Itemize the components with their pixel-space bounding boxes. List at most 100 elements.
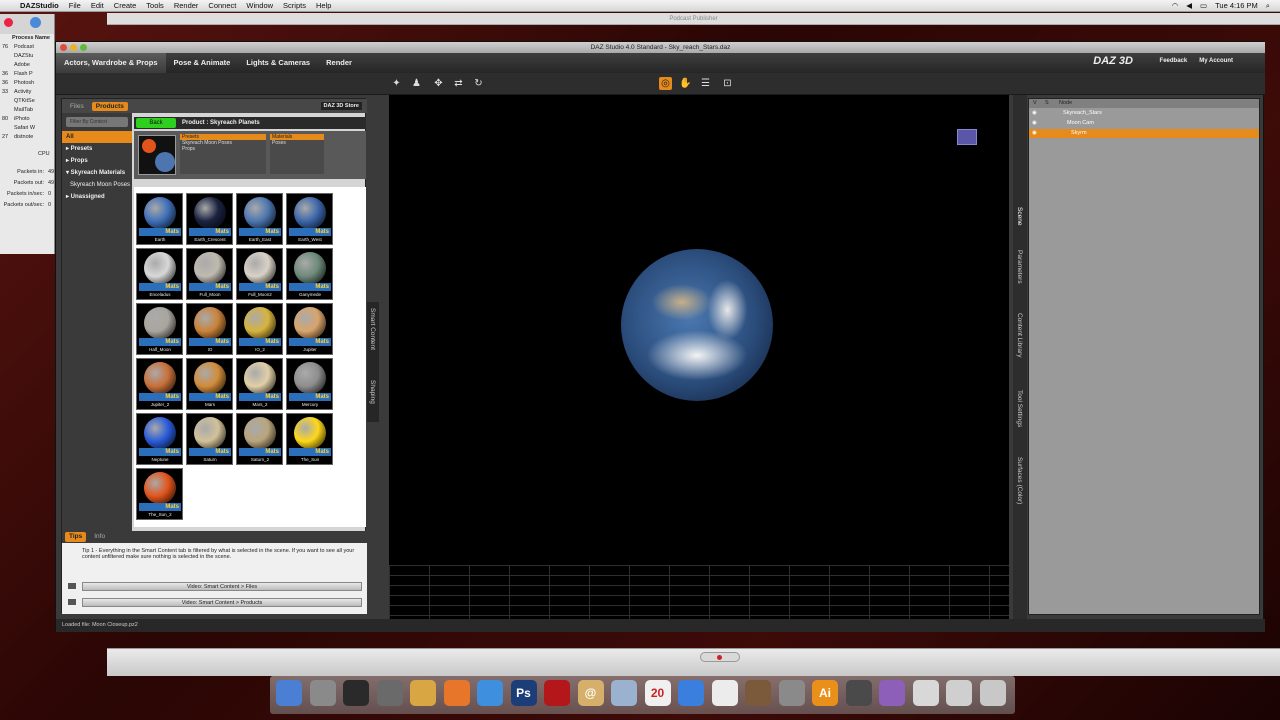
- usb-icon[interactable]: [946, 680, 972, 706]
- content-tile[interactable]: Mats Half_Moon: [136, 303, 183, 355]
- visible-column[interactable]: V: [1033, 99, 1037, 108]
- process-row[interactable]: 33 Activity: [0, 88, 54, 97]
- camera-frame-icon[interactable]: ⊡: [721, 77, 734, 90]
- spotlight-icon[interactable]: ⌕: [1266, 1, 1270, 11]
- menu-render[interactable]: Render: [174, 1, 199, 10]
- photo-booth-icon[interactable]: [544, 680, 570, 706]
- orbit-camera-icon[interactable]: ◎: [659, 77, 672, 90]
- content-tile[interactable]: Mats IO: [186, 303, 233, 355]
- battery-icon[interactable]: ▭: [1200, 1, 1207, 10]
- content-tile[interactable]: Mats The_Sun_2: [136, 468, 183, 520]
- earth-model[interactable]: [621, 249, 773, 401]
- back-button[interactable]: Back: [136, 118, 176, 128]
- figure-tool-icon[interactable]: ✦: [390, 77, 403, 90]
- textedit-icon[interactable]: [711, 680, 738, 706]
- daz-store-button[interactable]: DAZ 3D Store: [320, 102, 362, 110]
- my-account-link[interactable]: My Account: [1199, 58, 1233, 64]
- node-column[interactable]: Node: [1059, 99, 1072, 108]
- wifi-icon[interactable]: ◠: [1172, 1, 1179, 10]
- content-tile[interactable]: Mats Jupiter_2: [136, 358, 183, 410]
- tab-products[interactable]: Products: [91, 101, 128, 111]
- content-tile[interactable]: Mats Ganymede: [286, 248, 333, 300]
- category-item[interactable]: Skyreach Moon Poses: [62, 179, 132, 191]
- content-tile[interactable]: Mats Full_Moon: [186, 248, 233, 300]
- category-item[interactable]: ▸ Props: [62, 155, 132, 167]
- category-item[interactable]: All: [62, 131, 132, 143]
- rotate-tool-icon[interactable]: ↻: [472, 77, 485, 90]
- menu-scripts[interactable]: Scripts: [283, 1, 306, 10]
- category-item[interactable]: ▸ Unassigned: [62, 191, 132, 203]
- menu-window[interactable]: Window: [246, 1, 273, 10]
- system-icon[interactable]: [376, 680, 403, 706]
- tab-cpu[interactable]: CPU: [0, 150, 54, 159]
- translate-tool-icon[interactable]: ⇄: [452, 77, 465, 90]
- tab-content-library[interactable]: Content Library: [1016, 313, 1023, 357]
- category-item[interactable]: ▾ Skyreach Materials: [62, 167, 132, 179]
- feedback-link[interactable]: Feedback: [1160, 58, 1188, 64]
- mail-icon[interactable]: [611, 680, 637, 706]
- content-tile[interactable]: Mats Full_Moon2: [236, 248, 283, 300]
- content-tile[interactable]: Mats Earth_East: [236, 193, 283, 245]
- close-icon[interactable]: [4, 18, 13, 27]
- tab-render[interactable]: Render: [318, 53, 360, 73]
- tab-tips[interactable]: Tips: [65, 532, 87, 542]
- display-icon[interactable]: [912, 680, 939, 706]
- content-tile[interactable]: Mats Saturn_2: [236, 413, 283, 465]
- system-preferences-icon[interactable]: [778, 680, 805, 706]
- content-tile[interactable]: Mats Earth: [136, 193, 183, 245]
- list-item[interactable]: Props: [180, 146, 266, 152]
- trash-icon[interactable]: [979, 680, 1006, 706]
- process-row[interactable]: 36 Flash P: [0, 70, 54, 79]
- content-tile[interactable]: Mats Mars: [186, 358, 233, 410]
- video-products-button[interactable]: Video: Smart Content > Products: [82, 598, 362, 607]
- content-tile[interactable]: Mats The_Sun: [286, 413, 333, 465]
- content-tile[interactable]: Mats Mars_2: [236, 358, 283, 410]
- menu-connect[interactable]: Connect: [208, 1, 236, 10]
- address-book-icon[interactable]: @: [577, 680, 604, 706]
- video-files-button[interactable]: Video: Smart Content > Files: [82, 582, 362, 591]
- list-item[interactable]: Poses: [270, 140, 324, 146]
- zoom-window-button[interactable]: [80, 44, 87, 51]
- minimize-window-button[interactable]: [70, 44, 77, 51]
- tab-tool-settings[interactable]: Tool Settings: [1016, 390, 1023, 427]
- folder-icon[interactable]: [410, 680, 436, 706]
- visibility-eye-icon[interactable]: ◉: [1032, 109, 1037, 118]
- safari-icon[interactable]: [477, 680, 503, 706]
- process-row[interactable]: Safari W: [0, 124, 54, 133]
- content-tile[interactable]: Mats Neptune: [136, 413, 183, 465]
- column-header[interactable]: Process Name: [0, 34, 54, 43]
- process-row[interactable]: 36 Photosh: [0, 79, 54, 88]
- tab-lights-cameras[interactable]: Lights & Cameras: [238, 53, 318, 73]
- process-row[interactable]: MailTab: [0, 106, 54, 115]
- visibility-eye-icon[interactable]: ◉: [1032, 129, 1037, 138]
- itunes-icon[interactable]: [678, 680, 704, 706]
- content-tile[interactable]: Mats Earth_Crescent: [186, 193, 233, 245]
- content-tile[interactable]: Mats Jupiter: [286, 303, 333, 355]
- pose-tool-icon[interactable]: ♟: [410, 77, 423, 90]
- process-row[interactable]: Adobe: [0, 61, 54, 70]
- illustrator-icon[interactable]: Ai: [812, 680, 838, 706]
- process-row[interactable]: 27 distnote: [0, 133, 54, 142]
- app-menu[interactable]: DAZStudio: [20, 1, 59, 10]
- activity-monitor-icon[interactable]: [343, 680, 369, 706]
- tab-pose-animate[interactable]: Pose & Animate: [166, 53, 239, 73]
- info-icon[interactable]: [30, 17, 41, 28]
- content-tile[interactable]: Mats Saturn: [186, 413, 233, 465]
- view-cube-icon[interactable]: [957, 129, 977, 145]
- scene-node[interactable]: ◉ Moon Cam: [1029, 119, 1259, 128]
- content-tile[interactable]: Mats IO_2: [236, 303, 283, 355]
- menu-file[interactable]: File: [69, 1, 81, 10]
- tab-actors-wardrobe-props[interactable]: Actors, Wardrobe & Props: [56, 53, 166, 73]
- process-row[interactable]: QTKitSe: [0, 97, 54, 106]
- volume-icon[interactable]: ◀: [1186, 1, 1192, 10]
- product-thumbnail[interactable]: [138, 135, 176, 175]
- process-row[interactable]: 76 Podcast: [0, 43, 54, 52]
- menu-create[interactable]: Create: [114, 1, 137, 10]
- content-tile[interactable]: Mats Mercury: [286, 358, 333, 410]
- tab-parameters[interactable]: Parameters: [1016, 250, 1023, 284]
- category-item[interactable]: ▸ Presets: [62, 143, 132, 155]
- content-tile[interactable]: Mats Enceladus: [136, 248, 183, 300]
- tab-files[interactable]: Files: [66, 102, 88, 111]
- dolly-camera-icon[interactable]: ☰: [699, 77, 712, 90]
- scene-node[interactable]: ◉ Skyreach_Stars: [1029, 109, 1259, 118]
